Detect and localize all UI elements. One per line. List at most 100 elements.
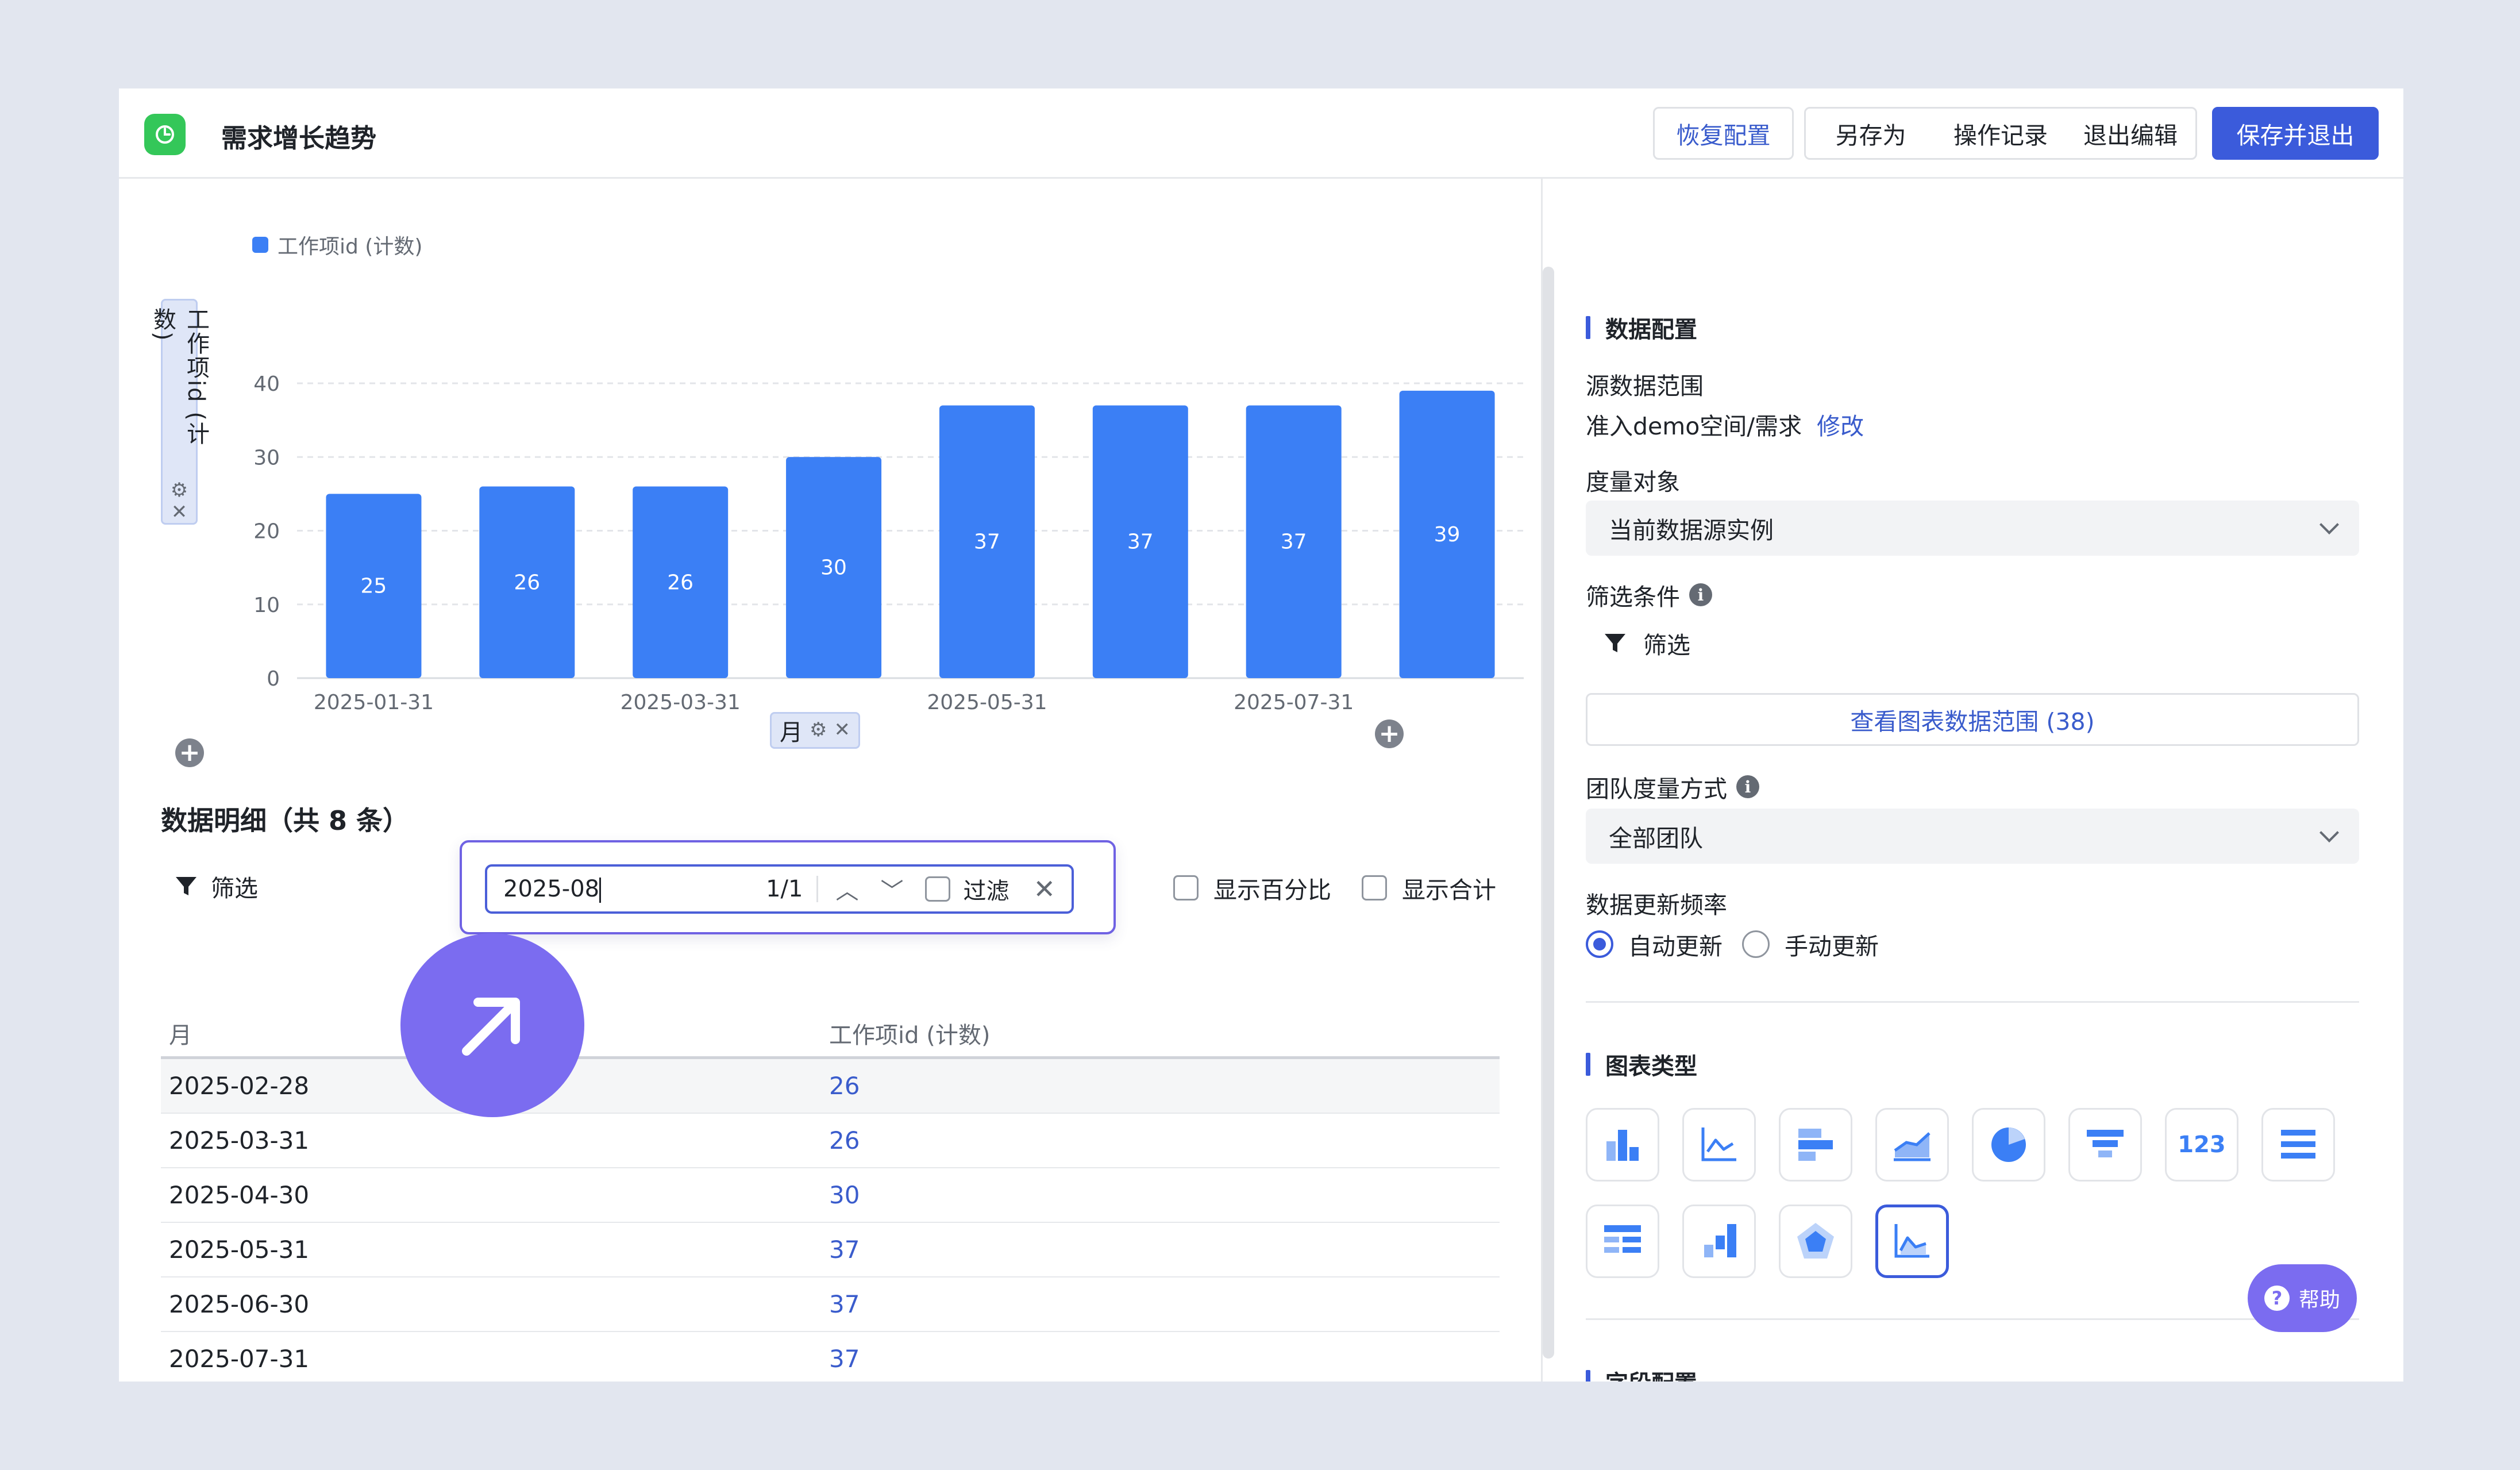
show-total-checkbox[interactable]: 显示合计	[1362, 871, 1496, 905]
chart-type-trend-button[interactable]	[1875, 1205, 1949, 1278]
x-axis-field-chip[interactable]: 月 ⚙ ✕	[770, 712, 860, 749]
team-measure-value: 全部团队	[1609, 825, 1703, 852]
chevron-down-icon	[2319, 515, 2339, 534]
chart-type-pie-button[interactable]	[1972, 1108, 2045, 1182]
cell-count[interactable]: 37	[829, 1236, 1500, 1264]
column-header-count[interactable]: 工作项id (计数)	[829, 1017, 1500, 1050]
checkbox-box[interactable]	[1173, 875, 1199, 901]
table-row[interactable]: 2025-07-31 37	[161, 1332, 1500, 1382]
find-input[interactable]: 2025-08	[503, 876, 766, 903]
config-filter-label: 筛选	[1643, 632, 1690, 659]
manual-update-radio[interactable]: 手动更新	[1742, 927, 1879, 961]
find-prev-icon[interactable]: ︿	[835, 872, 858, 906]
pie-chart-icon	[1991, 1127, 2026, 1162]
chart-legend[interactable]: 工作项id (计数)	[252, 230, 422, 260]
chart-type-waterfall-button[interactable]	[1682, 1205, 1756, 1278]
restore-config-button[interactable]: 恢复配置	[1653, 107, 1794, 160]
cell-count[interactable]: 30	[829, 1181, 1500, 1209]
add-x-field-icon[interactable]: +	[1375, 719, 1404, 748]
find-input-box[interactable]: 2025-08 1/1 ︿ ﹀ 过滤 ✕	[485, 864, 1074, 914]
top-bar: 需求增长趋势 恢复配置 另存为 操作记录 退出编辑 保存并退出	[119, 88, 2403, 179]
chart-type-section: 图表类型	[1586, 1048, 1697, 1081]
auto-update-radio[interactable]: 自动更新	[1586, 927, 1723, 961]
show-percent-checkbox[interactable]: 显示百分比	[1173, 871, 1331, 905]
radio-button[interactable]	[1586, 930, 1613, 958]
cell-count[interactable]: 26	[829, 1126, 1500, 1155]
funnel-chart-icon	[2087, 1130, 2124, 1157]
x-axis-settings-icon[interactable]: ⚙	[810, 719, 827, 741]
y-axis-field-chip[interactable]: 工作项id (计数) ⚙ ✕	[149, 299, 209, 525]
info-icon[interactable]: i	[1689, 583, 1712, 606]
table-row[interactable]: 2025-03-31 26	[161, 1114, 1500, 1168]
funnel-icon	[176, 877, 196, 895]
config-filter-button[interactable]: 筛选	[1603, 626, 1690, 660]
table-header: 月 工作项id (计数)	[161, 1010, 1500, 1059]
team-measure-label: 团队度量方式 i	[1586, 769, 1759, 804]
data-label: 39	[1434, 523, 1461, 547]
history-button[interactable]: 操作记录	[1936, 109, 2066, 158]
radio-button[interactable]	[1742, 930, 1770, 958]
chart-type-bar-button[interactable]	[1586, 1108, 1659, 1182]
checkbox-box[interactable]	[1362, 875, 1387, 901]
radar-icon	[1797, 1223, 1834, 1259]
save-as-button[interactable]: 另存为	[1806, 109, 1936, 158]
chart-type-line-button[interactable]	[1682, 1108, 1756, 1182]
section-marker	[1586, 1053, 1590, 1076]
data-label: 26	[667, 571, 693, 594]
waterfall-icon	[1704, 1224, 1736, 1257]
team-measure-select[interactable]: 全部团队	[1586, 809, 2359, 864]
cell-count[interactable]: 37	[829, 1345, 1500, 1373]
save-and-exit-button[interactable]: 保存并退出	[2212, 107, 2379, 160]
list-icon	[2281, 1130, 2315, 1159]
chart-type-area-button[interactable]	[1875, 1108, 1949, 1182]
navigate-arrow-button[interactable]	[400, 933, 584, 1117]
add-y-field-icon[interactable]: +	[175, 738, 204, 767]
source-edit-link[interactable]: 修改	[1817, 413, 1864, 440]
chart-type-horizontal-bar-button[interactable]	[1779, 1108, 1852, 1182]
table-row[interactable]: 2025-04-30 30	[161, 1168, 1500, 1223]
cell-count[interactable]: 26	[829, 1072, 1500, 1100]
help-button[interactable]: ? 帮助	[2248, 1264, 2357, 1332]
data-label: 30	[820, 556, 847, 580]
table-row[interactable]: 2025-06-30 37	[161, 1277, 1500, 1332]
find-filter-checkbox[interactable]	[925, 876, 951, 902]
x-axis-remove-icon[interactable]: ✕	[834, 719, 850, 741]
x-tick-label: 2025-05-31	[927, 691, 1047, 714]
cell-count[interactable]: 37	[829, 1290, 1500, 1318]
exit-edit-button[interactable]: 退出编辑	[2066, 109, 2195, 158]
measure-select[interactable]: 当前数据源实例	[1586, 501, 2359, 556]
detail-filter-button[interactable]: 筛选	[174, 869, 258, 903]
chart-type-table-button[interactable]	[1586, 1205, 1659, 1278]
y-axis-remove-icon[interactable]: ✕	[171, 501, 188, 523]
y-tick-label: 40	[253, 372, 280, 396]
table-row[interactable]: 2025-05-31 37	[161, 1223, 1500, 1277]
x-tick-label: 2025-07-31	[1234, 691, 1354, 714]
cell-month: 2025-06-30	[169, 1290, 310, 1318]
funnel-icon	[1605, 634, 1625, 652]
chart-type-list-button[interactable]	[2261, 1108, 2335, 1182]
arrow-up-right-icon	[462, 998, 520, 1056]
chart-type-funnel-button[interactable]	[2068, 1108, 2142, 1182]
filter-condition-label: 筛选条件 i	[1586, 578, 1712, 612]
view-chart-data-range-button[interactable]: 查看图表数据范围 (38)	[1586, 693, 2359, 746]
section-marker	[1586, 1370, 1590, 1382]
find-next-icon[interactable]: ﹀	[880, 872, 903, 906]
config-panel: 数据配置 源数据范围 准入demo空间/需求 修改 度量对象 当前数据源实例 筛选…	[1586, 179, 2361, 1382]
find-close-icon[interactable]: ✕	[1033, 873, 1055, 905]
y-tick-label: 30	[253, 446, 280, 470]
info-icon[interactable]: i	[1736, 775, 1759, 798]
chart-type-title: 图表类型	[1605, 1053, 1697, 1080]
chart-type-number-button[interactable]: 123	[2165, 1108, 2238, 1182]
section-divider	[1586, 1001, 2359, 1003]
left-panel-scrollbar[interactable]	[1543, 267, 1554, 1359]
table-row[interactable]: 2025-02-28 26	[161, 1059, 1500, 1114]
measure-value: 当前数据源实例	[1609, 517, 1774, 544]
table-icon	[1604, 1225, 1641, 1253]
show-percent-label: 显示百分比	[1213, 876, 1331, 904]
trend-chart-icon	[1894, 1224, 1929, 1258]
y-axis-settings-icon[interactable]: ⚙	[171, 479, 188, 501]
data-label: 37	[1127, 530, 1154, 554]
chart-type-radar-button[interactable]	[1779, 1205, 1852, 1278]
y-axis-label: 工作项id (计数)	[149, 307, 209, 446]
legend-swatch	[252, 237, 268, 253]
